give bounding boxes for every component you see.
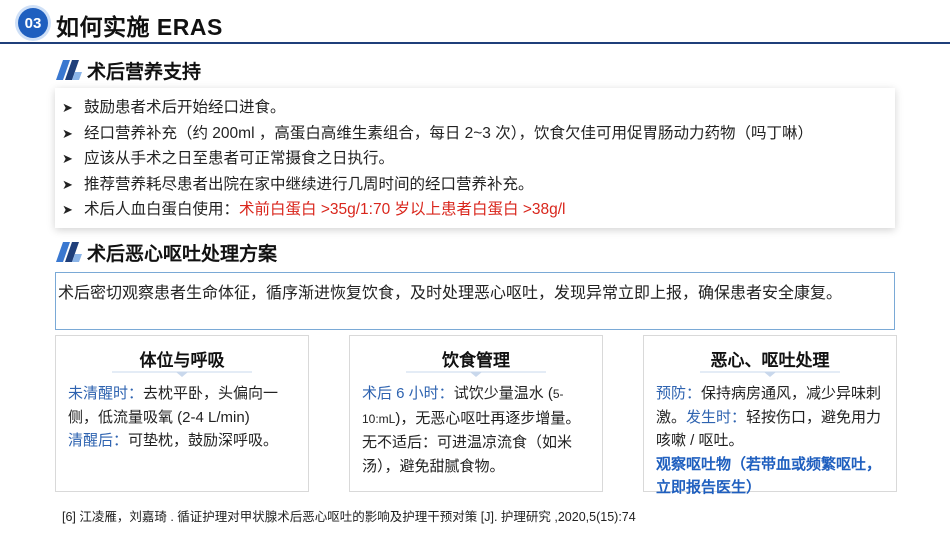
header-divider [0, 42, 950, 44]
card-body: 术后 6 小时：试饮少量温水 (5-10:mL)，无恶心呕吐再逐步增量。无不适后… [362, 382, 594, 478]
card-label-awake: 清醒后： [68, 432, 129, 449]
card-title: 饮食管理 [442, 351, 510, 370]
card-position-breathing: 体位与呼吸 未清醒时：去枕平卧，头偏向一侧，低流量吸氧 (2-4 L/min) … [55, 335, 309, 492]
bullet-item: ➤ 推荐营养耗尽患者出院在家中继续进行几周时间的经口营养补充。 [62, 172, 892, 198]
nutrition-section-heading: 术后营养支持 [55, 58, 202, 83]
bullet-item: ➤ 经口营养补充（约 200ml ，高蛋白高维生素组合，每日 2~3 次），饮食… [62, 121, 892, 147]
slide-header: 03 如何实施 ERAS [0, 0, 950, 44]
arrow-bullet-icon: ➤ [62, 100, 73, 115]
arrow-bullet-icon: ➤ [62, 176, 73, 192]
card-diet-management: 饮食管理 术后 6 小时：试饮少量温水 (5-10:mL)，无恶心呕吐再逐步增量… [349, 335, 603, 492]
card-text: 可垫枕，鼓励深呼吸。 [128, 432, 279, 449]
card-label-occurrence: 发生时： [686, 408, 747, 426]
card-body: 未清醒时：去枕平卧，头偏向一侧，低流量吸氧 (2-4 L/min) 清醒后：可垫… [68, 382, 300, 453]
bullet-text: 经口营养补充（约 200ml ，高蛋白高维生素组合，每日 2~3 次），饮食欠佳… [84, 124, 813, 142]
card-warning-text: 观察呕吐物（若带血或频繁呕吐，立即报告医生） [656, 455, 882, 497]
card-label-unconscious: 未清醒时： [68, 385, 144, 402]
title-underline-decoration [112, 371, 252, 377]
nausea-intro-text: 术后密切观察患者生命体征，循序渐进恢复饮食，及时处理恶心呕吐，发现异常立即上报，… [58, 285, 843, 302]
section-stripes-icon [56, 242, 82, 262]
card-nausea-handling: 恶心、呕吐处理 预防：保持病房通风，减少异味刺激。发生时：轻按伤口，避免用力咳嗽… [643, 335, 897, 496]
card-label-6h: 术后 6 小时： [362, 385, 454, 402]
bullet-text: 应该从手术之日至患者可正常摄食之日执行。 [84, 150, 395, 167]
arrow-bullet-icon: ➤ [62, 202, 73, 217]
card-text: 试饮少量温水 ( [453, 385, 553, 402]
nausea-section-heading: 术后恶心呕吐处理方案 [55, 240, 278, 265]
arrow-bullet-icon: ➤ [62, 151, 73, 166]
bullet-item: ➤ 鼓励患者术后开始经口进食。 [62, 95, 892, 121]
nausea-section-title: 术后恶心呕吐处理方案 [87, 243, 278, 265]
card-title: 恶心、呕吐处理 [710, 351, 830, 370]
section-stripes-icon [56, 60, 82, 80]
card-title: 体位与呼吸 [139, 351, 225, 370]
page-title: 如何实施 ERAS [56, 14, 223, 40]
reference-citation: [6] 江凌雁，刘嘉琦 . 循证护理对甲状腺术后恶心呕吐的影响及护理干预对策 [… [62, 510, 636, 524]
arrow-bullet-icon: ➤ [62, 125, 73, 141]
card-body: 预防：保持病房通风，减少异味刺激。发生时：轻按伤口，避免用力咳嗽 / 呕吐。 观… [656, 382, 888, 500]
albumin-threshold-text: 术前白蛋白 >35g/1:70 岁以上患者白蛋白 >38g/l [239, 201, 566, 218]
bullet-item: ➤ 应该从手术之日至患者可正常摄食之日执行。 [62, 146, 892, 172]
bullet-text: 推荐营养耗尽患者出院在家中继续进行几周时间的经口营养补充。 [84, 175, 534, 193]
section-number-badge: 03 [18, 8, 48, 38]
bullet-text: 术后人血白蛋白使用： [84, 201, 240, 218]
title-underline-decoration [700, 371, 840, 377]
title-underline-decoration [406, 371, 546, 377]
nutrition-bullet-list: ➤ 鼓励患者术后开始经口进食。 ➤ 经口营养补充（约 200ml ，高蛋白高维生… [62, 95, 892, 223]
bullet-text: 鼓励患者术后开始经口进食。 [84, 99, 286, 116]
bullet-item: ➤ 术后人血白蛋白使用：术前白蛋白 >35g/1:70 岁以上患者白蛋白 >38… [62, 197, 892, 223]
card-text: )，无恶心呕吐再逐步增量。无不适后：可进温凉流食（如米汤），避免甜腻食物。 [362, 409, 581, 475]
nutrition-section-title: 术后营养支持 [87, 61, 202, 83]
card-label-prevention: 预防： [656, 385, 702, 402]
